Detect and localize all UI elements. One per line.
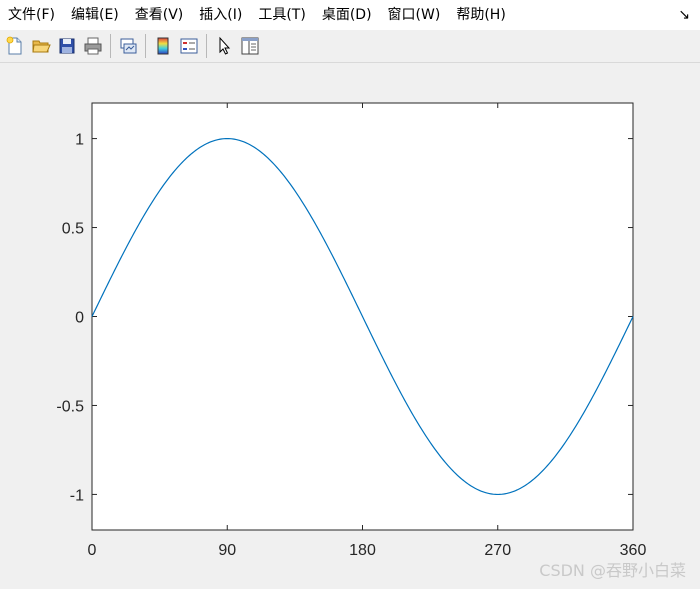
menu-help[interactable]: 帮助(H) — [448, 0, 513, 30]
save-disk-icon — [59, 38, 75, 54]
property-editor-icon — [241, 37, 259, 55]
open-folder-icon — [32, 40, 51, 53]
x-tick-label: 180 — [349, 542, 376, 559]
y-tick-label: -1 — [70, 487, 84, 504]
printer-icon — [84, 37, 102, 55]
menu-insert[interactable]: 插入(I) — [191, 0, 250, 30]
dock-figure-icon[interactable]: ↘ — [678, 6, 690, 24]
legend-icon — [180, 38, 198, 54]
new-file-icon — [6, 36, 22, 55]
save-button[interactable] — [54, 33, 80, 59]
y-tick-label: 0.5 — [62, 221, 84, 238]
link-plot-button[interactable] — [115, 33, 141, 59]
menu-window[interactable]: 窗口(W) — [380, 0, 449, 30]
open-file-button[interactable] — [28, 33, 54, 59]
menu-file[interactable]: 文件(F) — [0, 0, 63, 30]
new-figure-button[interactable] — [2, 33, 28, 59]
print-button[interactable] — [80, 33, 106, 59]
x-tick-label: 90 — [218, 542, 236, 559]
watermark-text: CSDN @吞野小白菜 — [539, 561, 686, 580]
y-tick-label: 1 — [75, 132, 84, 149]
x-tick-label: 270 — [484, 542, 511, 559]
menu-edit[interactable]: 编辑(E) — [63, 0, 127, 30]
figure-canvas: 0 90 180 270 360 1 0.5 0 -0.5 -1 — [0, 63, 700, 589]
plot-svg: 0 90 180 270 36010.50-0.5-1 — [56, 102, 646, 559]
toolbar-separator — [145, 34, 146, 58]
edit-plot-button[interactable] — [211, 33, 237, 59]
toolbar-separator — [110, 34, 111, 58]
figure-window: 文件(F) 编辑(E) 查看(V) 插入(I) 工具(T) 桌面(D) 窗口(W… — [0, 0, 700, 589]
figure-toolbar — [0, 30, 700, 63]
insert-legend-button[interactable] — [176, 33, 202, 59]
colorbar-icon — [157, 37, 169, 55]
menu-bar: 文件(F) 编辑(E) 查看(V) 插入(I) 工具(T) 桌面(D) 窗口(W… — [0, 0, 700, 30]
toolbar-separator — [206, 34, 207, 58]
pointer-arrow-icon — [219, 36, 231, 55]
menu-view[interactable]: 查看(V) — [127, 0, 192, 30]
menu-tools[interactable]: 工具(T) — [250, 0, 313, 30]
y-tick-label: 0 — [75, 310, 84, 327]
property-editor-button[interactable] — [237, 33, 263, 59]
link-plot-icon — [120, 38, 137, 54]
x-tick-label: 0 — [88, 542, 97, 559]
menu-desktop[interactable]: 桌面(D) — [314, 0, 380, 30]
y-tick-label: -0.5 — [56, 398, 84, 415]
insert-colorbar-button[interactable] — [150, 33, 176, 59]
